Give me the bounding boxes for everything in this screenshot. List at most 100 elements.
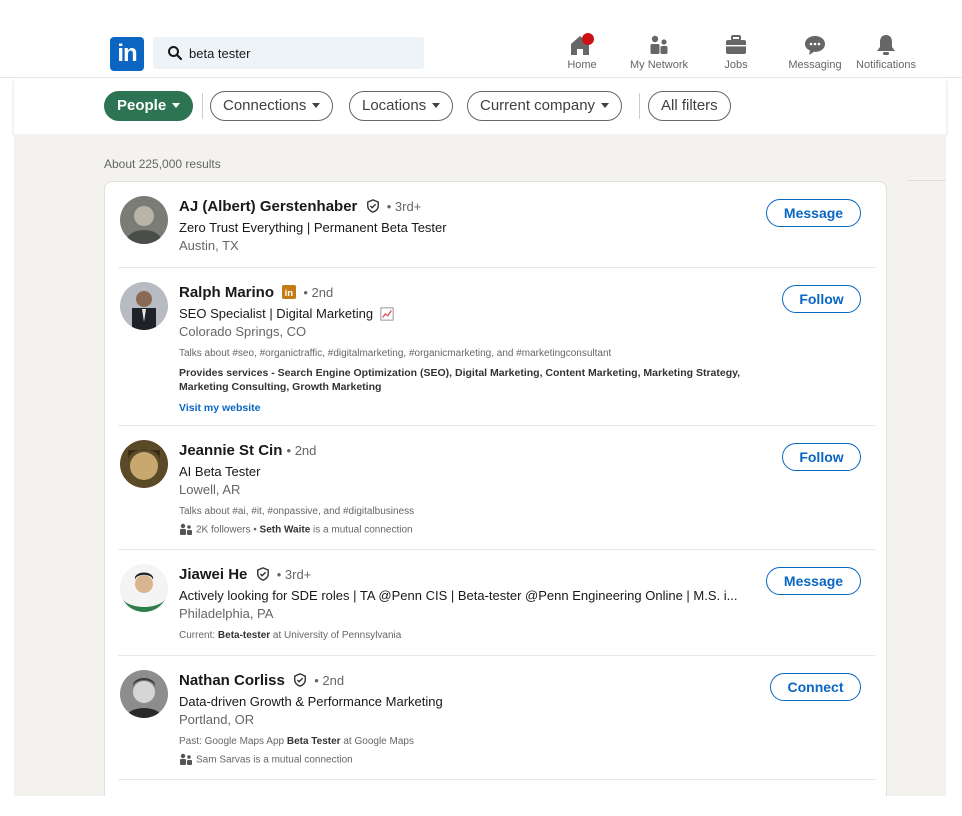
nav-my-network[interactable]: My Network xyxy=(624,33,694,75)
filter-connections[interactable]: Connections xyxy=(210,91,334,121)
current-role: Beta-tester xyxy=(217,630,271,641)
result-name[interactable]: Jiawei He • 3rd+ xyxy=(179,566,311,583)
nav-messaging[interactable]: Messaging xyxy=(784,33,846,75)
talks-about: Talks about #seo, #organictraffic, #digi… xyxy=(179,348,612,359)
avatar[interactable] xyxy=(120,282,168,330)
result-name[interactable]: Ralph Marino in • 2nd xyxy=(179,284,333,301)
current-position: Current: Beta-tester at University of Pe… xyxy=(179,630,401,641)
past-company: at Google Maps xyxy=(340,736,414,747)
connection-degree: • 3rd+ xyxy=(276,567,312,582)
messaging-icon xyxy=(805,36,825,55)
result-headline: Zero Trust Everything | Permanent Beta T… xyxy=(179,220,447,235)
avatar[interactable] xyxy=(120,670,168,718)
verified-shield-icon xyxy=(294,673,306,687)
search-input[interactable] xyxy=(189,37,419,69)
followers-count: 2K followers • xyxy=(196,524,260,536)
nav-notifications-label: Notifications xyxy=(856,59,916,71)
past-role: Beta Tester xyxy=(286,736,341,747)
filter-locations[interactable]: Locations xyxy=(349,91,454,121)
bell-icon xyxy=(877,35,895,55)
follow-button[interactable]: Follow xyxy=(782,285,861,313)
verified-shield-icon xyxy=(366,199,379,213)
home-icon xyxy=(571,33,594,55)
mutual-connection-text[interactable]: Sam Sarvas is a mutual connection xyxy=(196,755,353,766)
result-name[interactable]: AJ (Albert) Gerstenhaber • 3rd+ xyxy=(179,198,421,215)
filter-divider xyxy=(639,93,640,119)
mutual-connection-text: is a mutual connection xyxy=(310,524,413,536)
avatar[interactable] xyxy=(120,564,168,612)
results-count: About 225,000 results xyxy=(104,157,221,171)
mutual-connection: Sam Sarvas is a mutual connection xyxy=(179,753,353,766)
result-row[interactable]: Jeannie St Cin • 2nd AI Beta Tester Lowe… xyxy=(105,426,886,550)
people-icon xyxy=(180,753,192,765)
message-button[interactable]: Message xyxy=(766,567,861,595)
result-name[interactable]: Nathan Corliss • 2nd xyxy=(179,672,344,689)
result-headline-text: SEO Specialist | Digital Marketing xyxy=(179,306,374,321)
connection-degree: • 2nd xyxy=(314,673,345,688)
connection-degree: • 2nd xyxy=(286,443,317,458)
connect-button[interactable]: Connect xyxy=(770,673,861,701)
nav-home[interactable]: Home xyxy=(562,33,602,75)
verified-shield-icon xyxy=(256,567,269,581)
nav-jobs[interactable]: Jobs xyxy=(718,33,754,75)
result-location: Colorado Springs, CO xyxy=(179,324,307,339)
row-divider xyxy=(118,779,875,780)
all-filters-label: All filters xyxy=(661,97,718,114)
linkedin-logo[interactable]: in xyxy=(110,37,144,71)
provides-services: Provides services - Search Engine Optimi… xyxy=(179,367,741,393)
mutual-connection-name[interactable]: Seth Waite xyxy=(260,525,311,536)
chevron-down-icon xyxy=(432,102,441,108)
nav-home-label: Home xyxy=(567,59,597,71)
search-icon xyxy=(168,46,183,61)
result-name-text: AJ (Albert) Gerstenhaber xyxy=(179,198,358,215)
avatar[interactable] xyxy=(120,196,168,244)
linkedin-premium-icon: in xyxy=(282,285,297,300)
result-headline: AI Beta Tester xyxy=(179,464,261,479)
result-name-text: Ralph Marino xyxy=(179,284,275,301)
follow-button[interactable]: Follow xyxy=(782,443,861,471)
all-filters-button[interactable]: All filters xyxy=(648,91,731,121)
search-box[interactable] xyxy=(153,37,424,69)
result-name-text: Jiawei He xyxy=(179,566,248,583)
current-prefix: Current: xyxy=(179,630,218,641)
nav-my-network-label: My Network xyxy=(629,59,689,71)
avatar[interactable] xyxy=(120,440,168,488)
connection-degree: • 3rd+ xyxy=(386,199,422,214)
result-name[interactable]: Jeannie St Cin • 2nd xyxy=(179,442,316,459)
network-icon xyxy=(650,35,668,54)
search-results-card: AJ (Albert) Gerstenhaber • 3rd+ Zero Tru… xyxy=(104,181,887,796)
right-rail-divider xyxy=(908,180,946,181)
result-headline: Data-driven Growth & Performance Marketi… xyxy=(179,694,443,709)
chart-emoji-icon xyxy=(380,307,394,321)
nav-jobs-label: Jobs xyxy=(724,59,748,71)
top-navigation-bar: in Home My Network Jobs xyxy=(0,0,962,78)
result-row[interactable]: Nathan Corliss • 2nd Data-driven Growth … xyxy=(105,656,886,780)
filter-people[interactable]: People xyxy=(104,91,194,121)
result-row[interactable]: Ralph Marino in • 2nd SEO Specialist | D… xyxy=(105,268,886,426)
result-headline: SEO Specialist | Digital Marketing xyxy=(179,306,394,322)
result-row[interactable]: Jiawei He • 3rd+ Actively looking for SD… xyxy=(105,550,886,656)
talks-about: Talks about #ai, #it, #onpassive, and #d… xyxy=(179,506,415,517)
filter-people-label: People xyxy=(117,97,167,114)
svg-text:in: in xyxy=(285,288,294,299)
nav-messaging-label: Messaging xyxy=(788,59,842,71)
visit-website-link[interactable]: Visit my website xyxy=(179,402,261,414)
result-headline: Actively looking for SDE roles | TA @Pen… xyxy=(179,588,738,603)
filter-locations-label: Locations xyxy=(362,97,427,114)
result-row[interactable]: AJ (Albert) Gerstenhaber • 3rd+ Zero Tru… xyxy=(105,182,886,268)
filter-connections-label: Connections xyxy=(223,97,307,114)
message-button[interactable]: Message xyxy=(766,199,861,227)
nav-notifications[interactable]: Notifications xyxy=(844,33,928,75)
people-icon xyxy=(180,523,192,535)
result-location: Philadelphia, PA xyxy=(179,606,274,621)
filter-divider xyxy=(202,93,203,119)
connection-degree: • 2nd xyxy=(303,285,334,300)
result-name-text: Jeannie St Cin xyxy=(179,442,283,459)
briefcase-icon xyxy=(726,35,746,54)
filter-current-company[interactable]: Current company xyxy=(467,91,623,121)
past-prefix: Past: Google Maps App xyxy=(179,736,287,747)
chevron-down-icon xyxy=(172,102,181,108)
result-location: Portland, OR xyxy=(179,712,255,727)
followers-mutual: 2K followers • Seth Waite is a mutual co… xyxy=(179,523,413,536)
chevron-down-icon xyxy=(312,102,321,108)
